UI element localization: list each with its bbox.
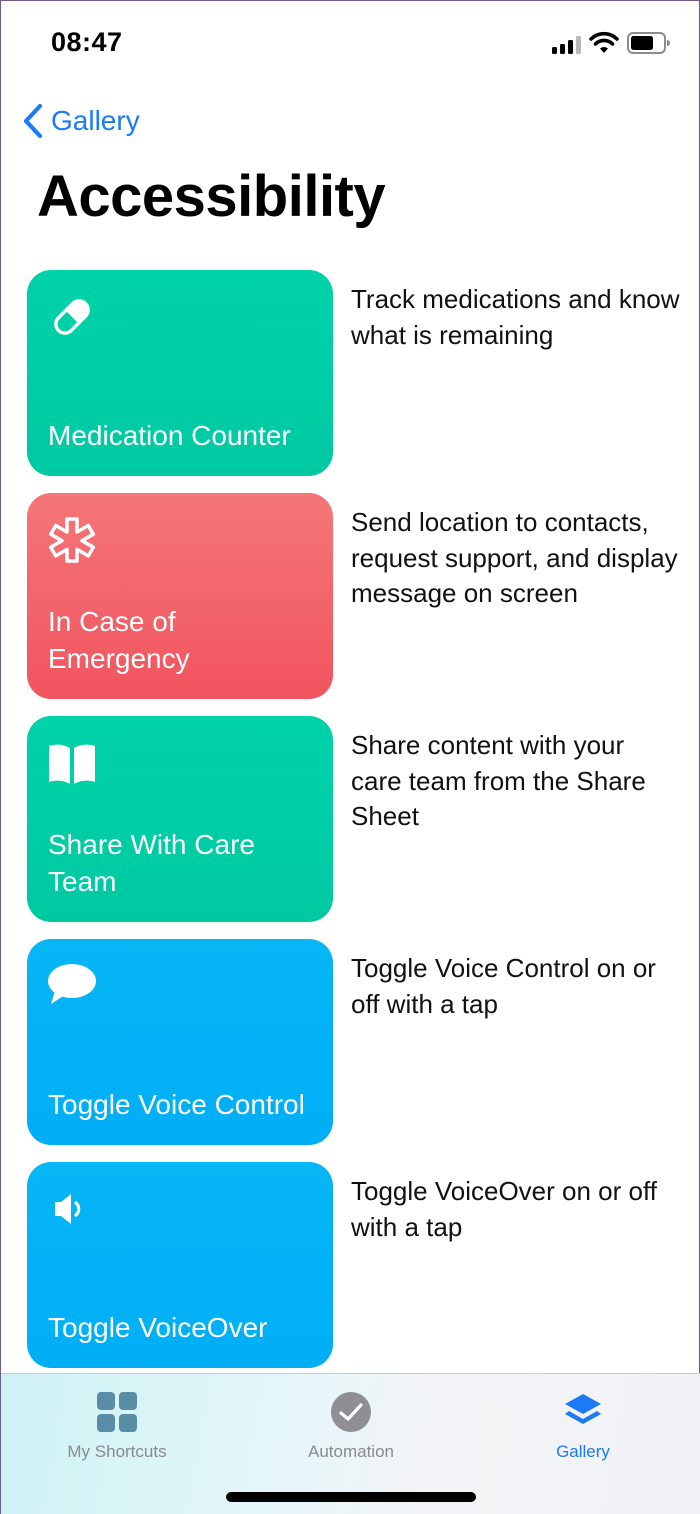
card-title: Share With Care Team bbox=[48, 829, 255, 897]
toggle-voice-control-card[interactable]: Toggle Voice Control bbox=[27, 939, 333, 1145]
shortcut-row: Toggle VoiceOver Toggle VoiceOver on or … bbox=[27, 1162, 687, 1368]
grid-icon bbox=[97, 1392, 137, 1432]
home-indicator[interactable] bbox=[226, 1492, 476, 1502]
card-title: Toggle VoiceOver bbox=[48, 1312, 268, 1343]
tab-my-shortcuts[interactable]: My Shortcuts bbox=[17, 1390, 217, 1462]
medication-counter-card[interactable]: Medication Counter bbox=[27, 270, 333, 476]
shortcut-description: Send location to contacts, request suppo… bbox=[351, 507, 678, 608]
tab-automation[interactable]: Automation bbox=[251, 1390, 451, 1462]
back-label: Gallery bbox=[51, 105, 140, 136]
chevron-left-icon bbox=[23, 103, 43, 139]
speaker-icon bbox=[55, 1194, 81, 1224]
card-title: Toggle Voice Control bbox=[48, 1089, 305, 1120]
wifi-icon bbox=[589, 31, 619, 53]
shortcut-row: Medication Counter Track medications and… bbox=[27, 270, 687, 476]
shortcut-row: In Case of Emergency Send location to co… bbox=[27, 493, 687, 699]
status-time: 08:47 bbox=[51, 27, 123, 57]
status-bar: 08:47 bbox=[1, 1, 700, 91]
tab-label: Gallery bbox=[556, 1442, 610, 1461]
page-title: Accessibility bbox=[37, 164, 386, 229]
shortcut-description: Toggle Voice Control on or off with a ta… bbox=[351, 953, 656, 1019]
screen: 08:47 Gallery Accessibility Medication C… bbox=[0, 0, 700, 1514]
card-title: In Case of Emergency bbox=[48, 606, 190, 674]
shortcut-row: Toggle Voice Control Toggle Voice Contro… bbox=[27, 939, 687, 1145]
shortcut-row: Share With Care Team Share content with … bbox=[27, 716, 687, 922]
speech-bubble-icon bbox=[48, 964, 96, 1004]
medical-star-icon bbox=[48, 517, 96, 563]
tab-gallery[interactable]: Gallery bbox=[483, 1390, 683, 1462]
battery-icon bbox=[627, 32, 670, 54]
tab-label: Automation bbox=[308, 1442, 394, 1461]
in-case-of-emergency-card[interactable]: In Case of Emergency bbox=[27, 493, 333, 699]
pill-icon bbox=[54, 299, 90, 335]
back-button[interactable]: Gallery bbox=[21, 99, 140, 143]
shortcut-description: Share content with your care team from t… bbox=[351, 730, 646, 831]
shortcut-description: Track medications and know what is remai… bbox=[351, 284, 680, 350]
shortcut-description: Toggle VoiceOver on or off with a tap bbox=[351, 1176, 657, 1242]
card-title: Medication Counter bbox=[48, 420, 291, 451]
clock-check-icon bbox=[331, 1392, 371, 1432]
share-with-care-team-card[interactable]: Share With Care Team bbox=[27, 716, 333, 922]
tab-label: My Shortcuts bbox=[67, 1442, 167, 1461]
toggle-voiceover-card[interactable]: Toggle VoiceOver bbox=[27, 1162, 333, 1368]
layers-icon bbox=[565, 1394, 601, 1424]
book-icon bbox=[49, 744, 95, 784]
cellular-signal-icon bbox=[552, 36, 582, 54]
